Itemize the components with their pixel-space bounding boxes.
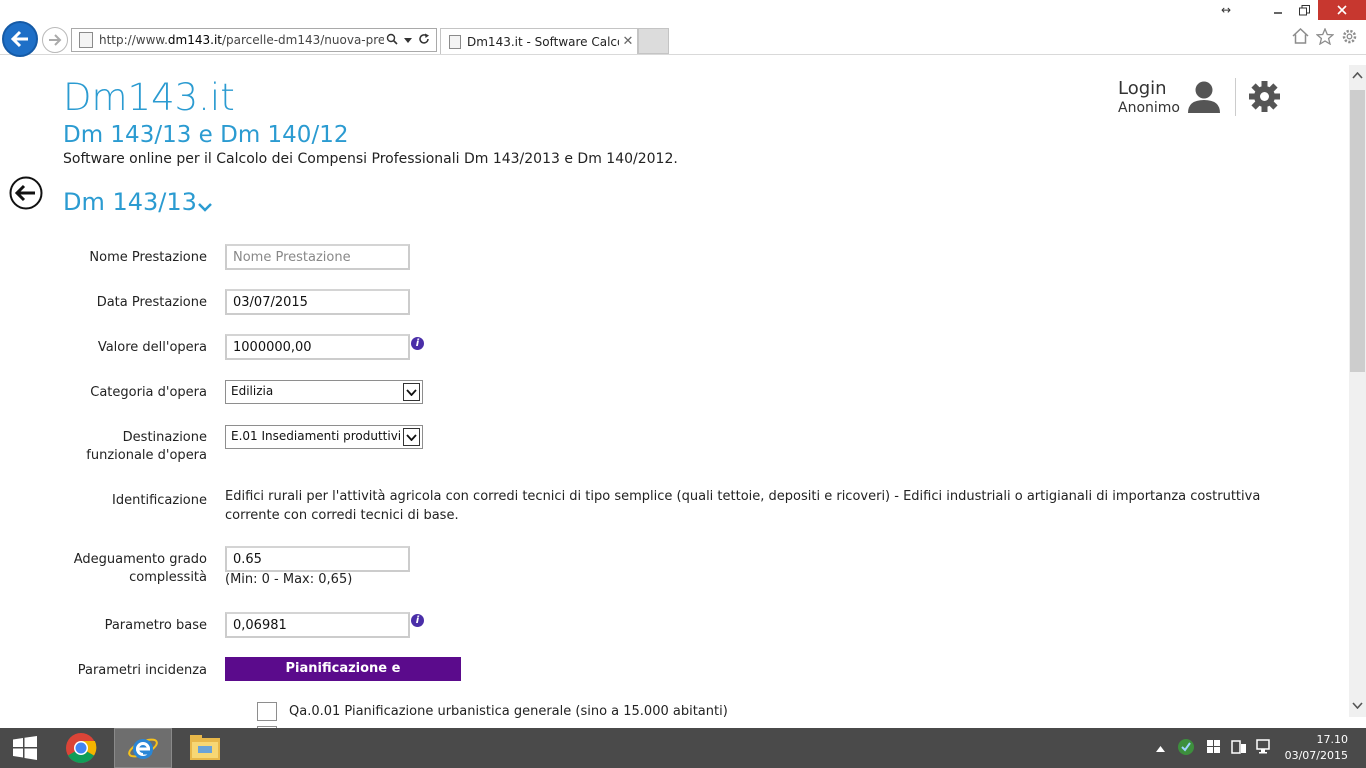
chrome-taskbar-icon[interactable] [58,728,104,768]
clock-date: 03/07/2015 [1284,749,1348,762]
header-divider [1235,78,1236,116]
page-back-button[interactable] [9,176,43,214]
browser-chrome: ↔ http://www.dm143.it/parcelle-dm143/nuo… [0,0,1366,57]
adeguamento-label: Adeguamento grado complessità [0,551,207,587]
windows-start-button[interactable] [0,728,50,768]
select-arrow-icon [403,383,420,401]
destinazione-label: Destinazione funzionale d'opera [0,429,207,465]
favorites-star-icon[interactable] [1315,27,1335,50]
parametro-base-label: Parametro base [104,618,207,633]
refresh-icon[interactable] [416,33,432,48]
categoria-opera-select[interactable]: Edilizia [225,380,423,404]
vertical-scrollbar[interactable] [1349,65,1366,717]
parametri-incidenza-label: Parametri incidenza [77,663,207,678]
login-label[interactable]: Login [1118,78,1180,99]
clock-time: 17.10 [1316,733,1349,746]
qa-0-01-label[interactable]: Qa.0.01 Pianificazione urbanistica gener… [289,704,728,719]
ie-taskbar-icon[interactable] [114,728,172,768]
resize-icon[interactable]: ↔ [1216,0,1236,20]
destinazione-value: E.01 Insediamenti produttivi a| [231,429,417,443]
windows-logo-icon [13,736,37,760]
taskbar-clock[interactable]: 17.10 03/07/2015 [1285,732,1348,764]
settings-gear-icon[interactable] [1341,28,1358,50]
data-prestazione-input[interactable]: 03/07/2015 [225,289,410,315]
address-bar[interactable]: http://www.dm143.it/parcelle-dm143/nuova… [71,28,437,52]
destinazione-label-line2: funzionale d'opera [86,448,207,463]
nome-prestazione-input[interactable]: Nome Prestazione [225,244,410,270]
restore-icon [1298,4,1310,15]
close-window-button[interactable] [1318,0,1366,20]
qa-0-01-checkbox[interactable] [257,702,277,721]
nome-prestazione-label: Nome Prestazione [89,250,207,265]
categoria-opera-value: Edilizia [231,384,274,398]
adeguamento-label-line1: Adeguamento grado [73,552,207,567]
new-tab-button[interactable] [638,28,669,54]
adeguamento-label-line2: complessità [129,570,207,585]
browser-tab[interactable]: Dm143.it - Software Calcol... ✕ [440,28,638,54]
taskbar: 17.10 03/07/2015 [0,728,1366,768]
tab-close-icon[interactable]: ✕ [619,34,637,49]
adeguamento-input[interactable]: 0.65 [225,546,410,572]
devices-tray-icon[interactable] [1231,739,1247,759]
data-prestazione-label: Data Prestazione [96,295,207,310]
identificazione-label: Identificazione [112,493,207,508]
section-title[interactable]: Dm 143/13 [63,188,197,216]
adeguamento-range-hint: (Min: 0 - Max: 0,65) [225,572,353,587]
arrow-left-icon [10,30,28,48]
file-explorer-taskbar-icon[interactable] [182,728,228,768]
minimize-button[interactable] [1268,0,1288,20]
parametro-base-input[interactable]: 0,06981 [225,612,410,638]
destinazione-select[interactable]: E.01 Insediamenti produttivi a| [225,425,423,449]
tab-title: Dm143.it - Software Calcol... [467,34,619,49]
user-icon[interactable] [1186,80,1222,118]
url-text[interactable]: http://www.dm143.it/parcelle-dm143/nuova… [99,33,384,47]
show-hidden-icons[interactable] [1156,741,1165,756]
scrollbar-thumb[interactable] [1350,90,1365,372]
valore-opera-input[interactable]: 1000000,00 [225,334,410,360]
login-username: Anonimo [1118,100,1180,116]
parametro-info-icon[interactable]: i [411,614,424,627]
categoria-opera-label: Categoria d'opera [90,385,207,400]
network-app-tray-icon[interactable] [1177,738,1195,760]
site-description: Software online per il Calcolo dei Compe… [63,151,678,167]
tab-page-icon [449,34,461,49]
valore-opera-label: Valore dell'opera [97,340,207,355]
dropdown-icon[interactable] [400,33,416,47]
circle-arrow-left-icon [9,176,43,210]
scroll-up-icon[interactable] [1349,69,1366,86]
chevron-down-icon[interactable] [197,197,213,216]
identificazione-text: Edifici rurali per l'attività agricola c… [225,489,1261,523]
home-icon[interactable] [1292,27,1309,49]
browser-forward-button[interactable] [42,27,68,53]
gear-icon[interactable] [1248,80,1281,117]
search-icon[interactable] [384,33,400,48]
destinazione-label-line1: Destinazione [122,430,207,445]
network-tray-icon[interactable] [1256,739,1272,759]
browser-back-button[interactable] [2,21,38,57]
select-arrow-icon [403,428,420,446]
site-subtitle: Dm 143/13 e Dm 140/12 [63,122,349,148]
minimize-icon [1274,12,1282,14]
site-title[interactable]: Dm143.it [63,76,235,119]
pianificazione-button[interactable]: Pianificazione e programmazione [225,657,461,700]
login-block[interactable]: Login Anonimo [1118,78,1180,116]
scroll-down-icon[interactable] [1349,699,1366,716]
page-icon [79,32,93,48]
valore-info-icon[interactable]: i [411,337,424,350]
arrow-right-icon [49,34,62,46]
close-icon [1337,5,1347,15]
restore-button[interactable] [1294,0,1314,20]
flag-tray-icon[interactable] [1207,740,1221,758]
